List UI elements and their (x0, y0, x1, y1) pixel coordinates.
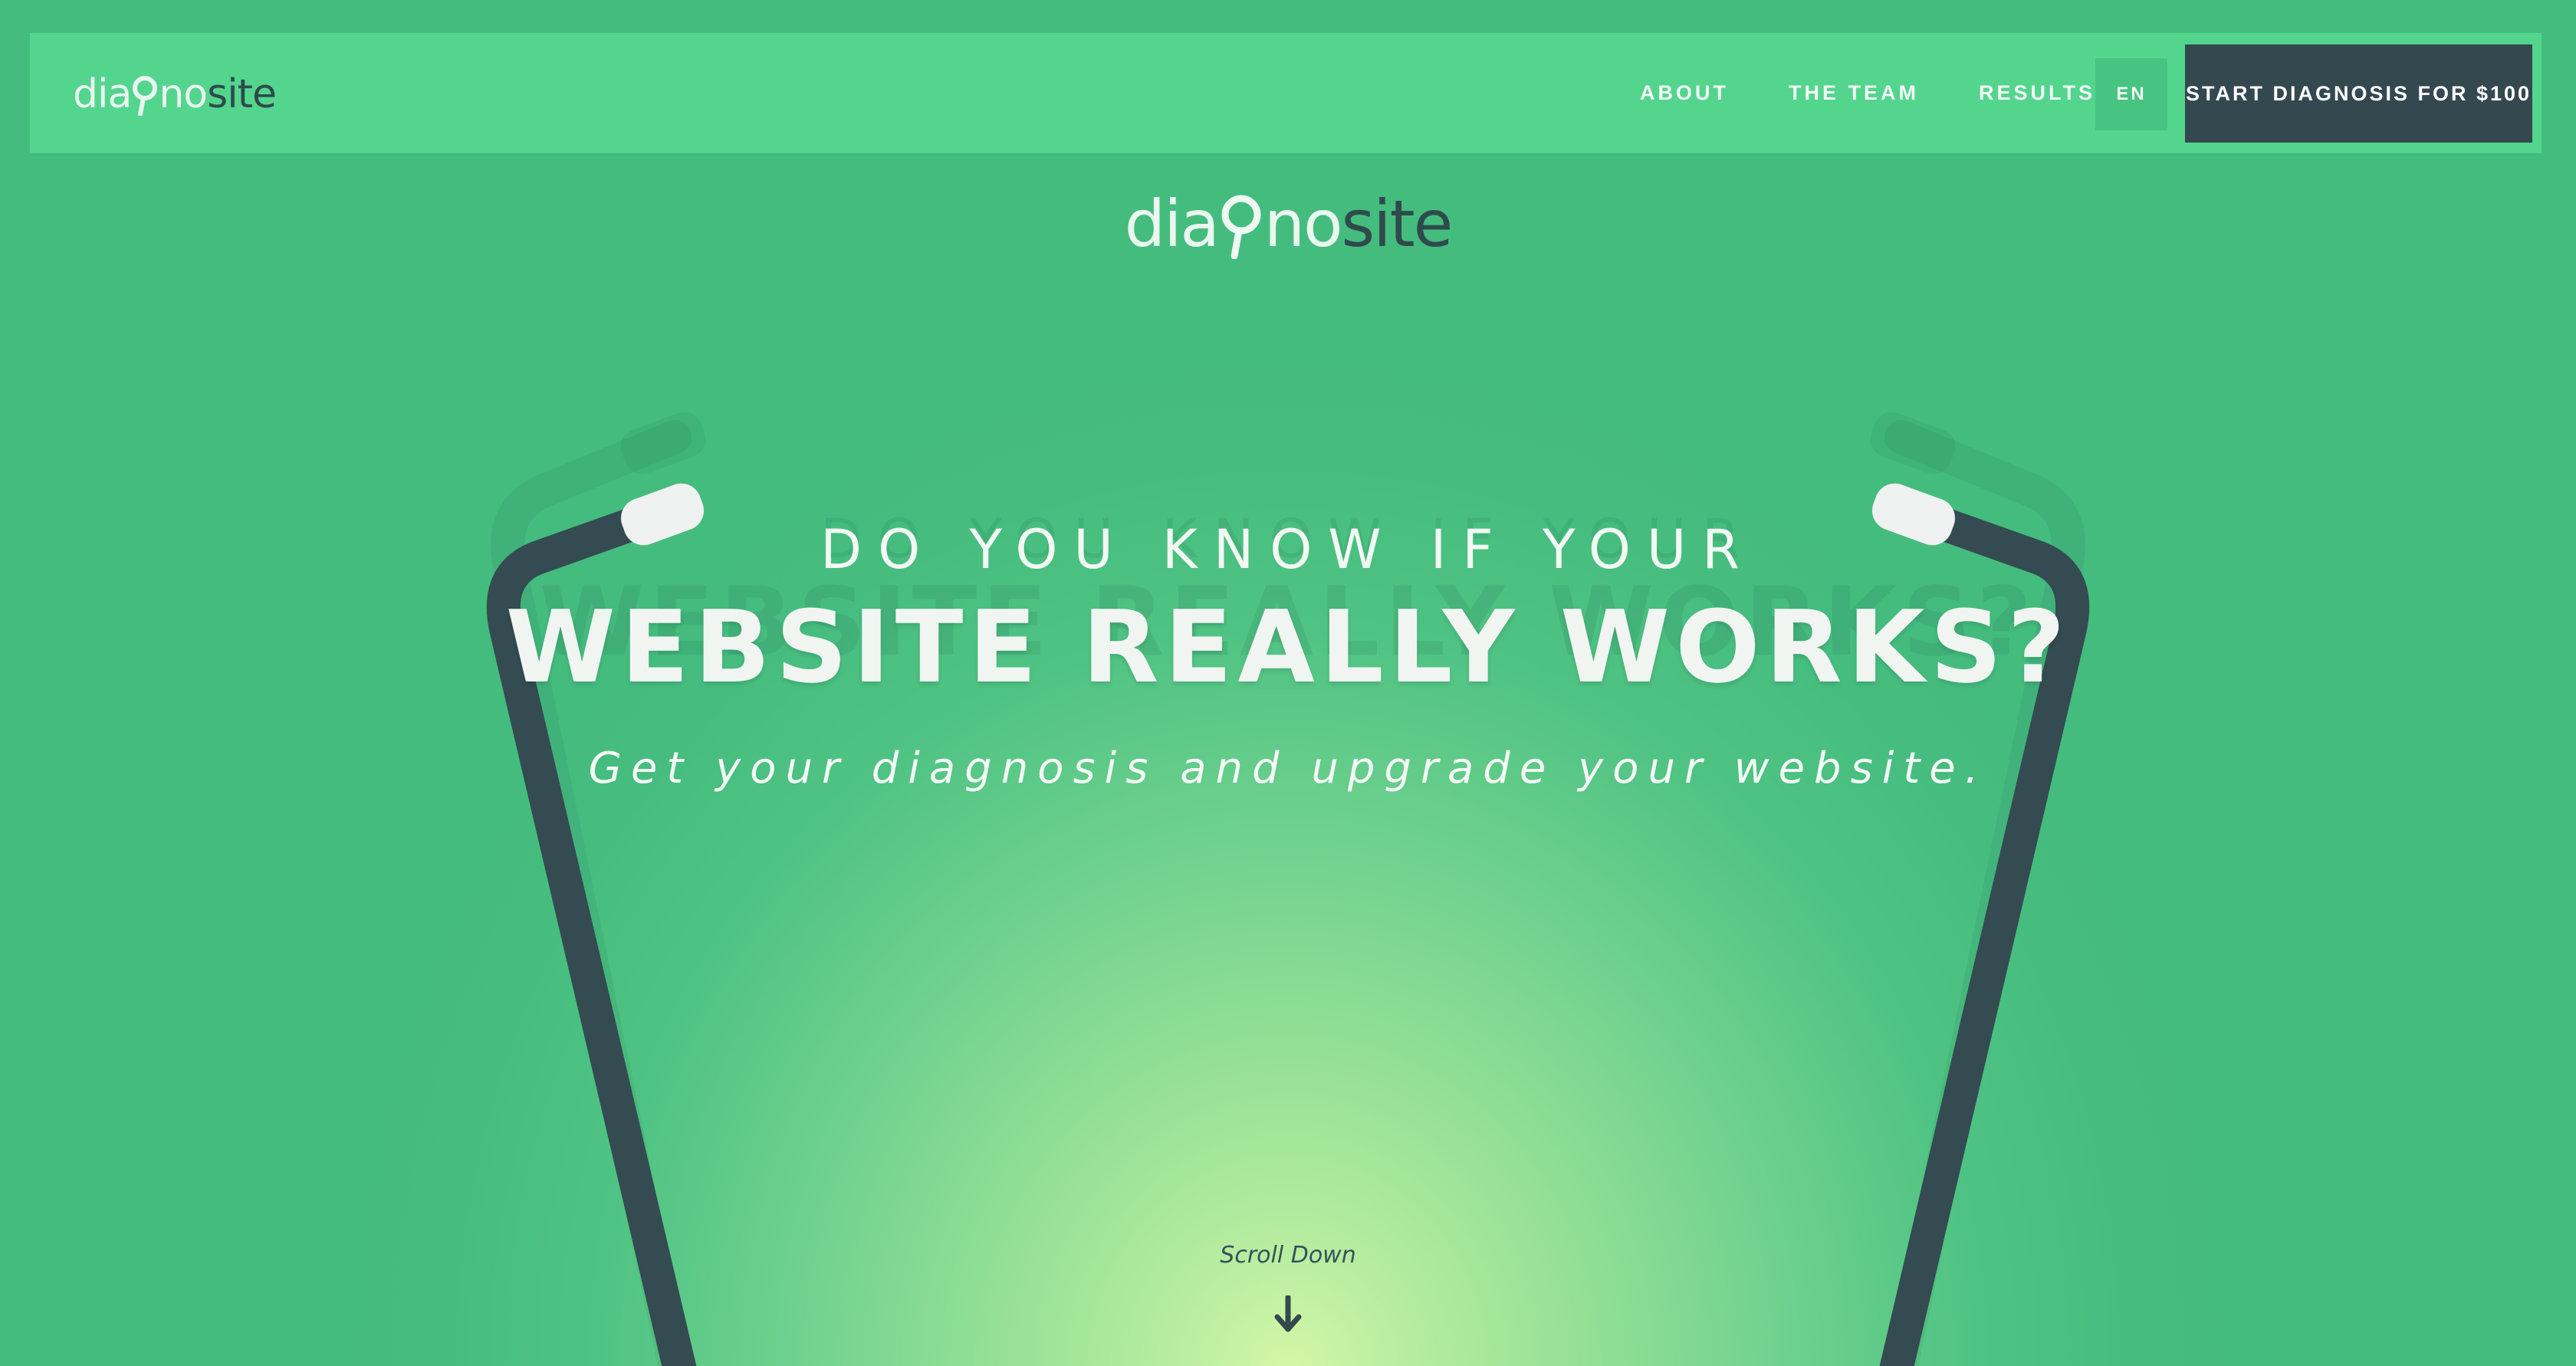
nav-link-about[interactable]: ABOUT (1640, 81, 1729, 105)
top-navbar: dia no site ABOUT THE TEAM RESULTS EN ST… (30, 33, 2542, 153)
magnifier-icon (1220, 189, 1263, 260)
hero-logo-prefix: dia (1124, 186, 1220, 261)
nav-link-results[interactable]: RESULTS (1979, 81, 2095, 105)
scroll-down-label[interactable]: Scroll Down (0, 1242, 2576, 1269)
nav-links: ABOUT THE TEAM RESULTS (1640, 33, 2155, 153)
subheadline: Get your diagnosis and upgrade your webs… (588, 744, 1988, 793)
headline-big: WEBSITE REALLY WORKS? (505, 589, 2071, 705)
logo-text-prefix: dia (73, 71, 132, 117)
language-button[interactable]: EN (2095, 58, 2167, 130)
logo-text-suffix: site (207, 71, 277, 117)
nav-logo[interactable]: dia no site (73, 64, 277, 125)
hero-logo-middle: no (1263, 186, 1343, 261)
nav-link-the-team[interactable]: THE TEAM (1789, 81, 1919, 105)
hero-logo-suffix: site (1341, 186, 1454, 261)
hero-logo: dia no site (0, 178, 2576, 270)
magnifier-icon (132, 73, 158, 117)
headline-small: DO YOU KNOW IF YOUR (820, 518, 1756, 581)
logo-text-middle: no (159, 71, 208, 117)
arrow-down-icon[interactable] (1273, 1295, 1303, 1332)
start-diagnosis-button[interactable]: START DIAGNOSIS FOR $100 (2185, 44, 2532, 143)
